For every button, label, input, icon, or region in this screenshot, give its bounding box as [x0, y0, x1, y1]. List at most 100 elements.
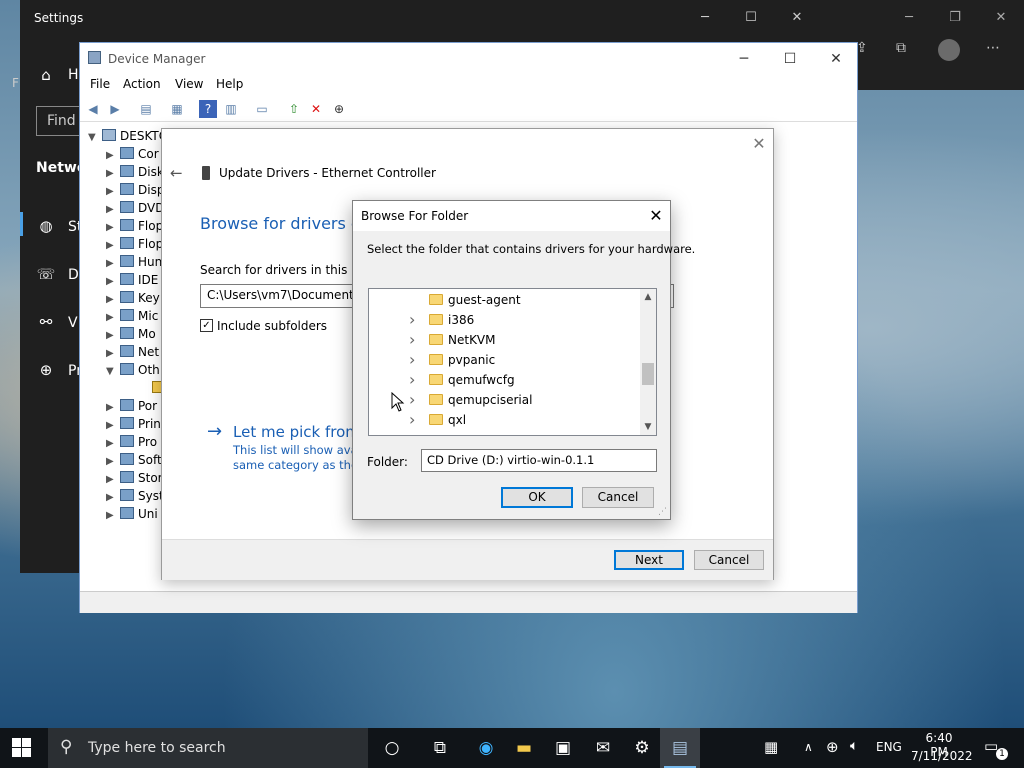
close-button[interactable]: ✕: [645, 205, 667, 227]
taskbar-search-placeholder[interactable]: Type here to search: [88, 740, 226, 756]
chevron-down-icon[interactable]: ▼: [88, 129, 102, 147]
tree-item[interactable]: ▶ Mic: [106, 307, 158, 325]
tree-item[interactable]: ▶ Prin: [106, 415, 161, 433]
uninstall-icon[interactable]: ✕: [307, 100, 325, 118]
device-tree[interactable]: ▼ DESKTO ▶ Cor ▶ Disk ▶ Disp ▶ DVD ▶ Flop ▶ Flop ▶ Hun ▶…: [80, 127, 170, 587]
menu-action[interactable]: Action: [123, 77, 161, 91]
menu-help[interactable]: Help: [216, 77, 243, 91]
more-icon[interactable]: ⋯: [986, 40, 1000, 56]
scroll-up-icon[interactable]: ▲: [640, 289, 656, 305]
folder-item[interactable]: › qemupciserial: [369, 390, 639, 410]
tree-item[interactable]: ▶ Cor: [106, 145, 159, 163]
chevron-right-icon[interactable]: ›: [409, 410, 415, 430]
cancel-button[interactable]: Cancel: [582, 487, 654, 508]
close-button[interactable]: ✕: [774, 6, 820, 30]
maximize-button[interactable]: ☐: [728, 6, 774, 30]
tree-item[interactable]: ▶ Hun: [106, 253, 162, 271]
tree-item[interactable]: ▶ Pro: [106, 433, 157, 451]
back-arrow-icon[interactable]: ←: [170, 164, 183, 182]
view-icon[interactable]: ▦: [168, 100, 186, 118]
avatar[interactable]: [938, 39, 960, 61]
scrollbar[interactable]: [640, 289, 656, 435]
settings-nav-home[interactable]: H: [68, 67, 79, 83]
menu-view[interactable]: View: [175, 77, 203, 91]
properties-icon[interactable]: ▤: [137, 100, 155, 118]
edge-icon[interactable]: ◉: [472, 736, 500, 760]
tree-item[interactable]: ▶ Flop: [106, 217, 163, 235]
tree-item[interactable]: ▶ Uni: [106, 505, 158, 523]
folder-item[interactable]: › qemufwcfg: [369, 370, 639, 390]
download-icon[interactable]: ⊕: [330, 100, 348, 118]
back-icon[interactable]: ◀: [84, 100, 102, 118]
chevron-right-icon[interactable]: ›: [409, 310, 415, 330]
next-button[interactable]: Next: [614, 550, 684, 570]
tree-item[interactable]: ▶ DVD: [106, 199, 164, 217]
details-icon[interactable]: ▥: [222, 100, 240, 118]
chevron-right-icon[interactable]: ›: [409, 350, 415, 370]
settings-icon[interactable]: ⚙: [628, 736, 656, 760]
tree-item[interactable]: ▶ Net: [106, 343, 159, 361]
update-driver-icon[interactable]: ⇧: [285, 100, 303, 118]
folder-input[interactable]: CD Drive (D:) virtio-win-0.1.1: [421, 449, 657, 472]
clock-date[interactable]: 7/11/2022: [911, 749, 973, 763]
close-button[interactable]: ✕: [748, 133, 770, 155]
tree-item[interactable]: ▼ DESKTO: [88, 127, 168, 145]
chevron-up-icon[interactable]: ∧: [804, 740, 813, 754]
chevron-down-icon[interactable]: ▼: [106, 363, 120, 381]
ok-button[interactable]: OK: [501, 487, 573, 508]
maximize-button[interactable]: ☐: [767, 47, 813, 71]
minimize-button[interactable]: ─: [721, 47, 767, 71]
close-button[interactable]: ✕: [813, 47, 859, 71]
forward-icon[interactable]: ▶: [106, 100, 124, 118]
task-view-icon[interactable]: ⧉: [426, 736, 454, 760]
tree-item[interactable]: ▶ Por: [106, 397, 157, 415]
menu-file[interactable]: File: [90, 77, 110, 91]
chevron-right-icon[interactable]: ›: [409, 370, 415, 390]
scrollbar-thumb[interactable]: [642, 363, 654, 385]
cancel-button[interactable]: Cancel: [694, 550, 764, 570]
chevron-right-icon[interactable]: ›: [409, 330, 415, 350]
folder-item[interactable]: › NetKVM: [369, 330, 639, 350]
scroll-down-icon[interactable]: ▼: [640, 419, 656, 435]
folder-tree[interactable]: guest-agent › i386 › NetKVM › pvpanic › qemufwcf…: [368, 288, 657, 436]
cortana-icon[interactable]: ○: [378, 736, 406, 760]
tree-item[interactable]: ▶ IDE: [106, 271, 158, 289]
folder-item[interactable]: › qxl: [369, 410, 639, 430]
pick-from-list-link[interactable]: Let me pick from: [233, 423, 360, 441]
mail-icon[interactable]: ✉: [589, 736, 617, 760]
tree-item[interactable]: ▼ Oth: [106, 361, 160, 379]
tree-item[interactable]: ▶ Flop: [106, 235, 163, 253]
chevron-right-icon[interactable]: ›: [409, 390, 415, 410]
store-icon[interactable]: ▣: [549, 736, 577, 760]
restore-button[interactable]: ❐: [932, 6, 978, 30]
device-category-icon: [120, 345, 134, 357]
folder-item[interactable]: › pvpanic: [369, 350, 639, 370]
device-manager-titlebar[interactable]: Device Manager ─ ☐ ✕: [80, 43, 857, 73]
language-indicator[interactable]: ENG: [876, 740, 902, 754]
resize-grip-icon[interactable]: ⋰: [658, 507, 667, 517]
tree-item[interactable]: ▶ Key: [106, 289, 160, 307]
tree-item[interactable]: ▶ Disp: [106, 181, 164, 199]
folder-item[interactable]: › i386: [369, 310, 639, 330]
include-subfolders-checkbox[interactable]: ✓: [200, 319, 213, 332]
browse-for-folder-dialog[interactable]: Browse For Folder ✕ Select the folder th…: [352, 200, 695, 520]
minimize-button[interactable]: ─: [682, 6, 728, 30]
start-button[interactable]: [12, 738, 32, 758]
network-icon[interactable]: ⊕: [826, 738, 839, 756]
chevron-right-icon[interactable]: ▶: [106, 507, 120, 525]
tree-item[interactable]: ▶ Soft: [106, 451, 162, 469]
folder-item[interactable]: guest-agent: [369, 290, 639, 310]
monitor-icon[interactable]: ▭: [253, 100, 271, 118]
minimize-button[interactable]: ─: [886, 6, 932, 30]
close-button[interactable]: ✕: [978, 6, 1024, 30]
help-icon[interactable]: ?: [199, 100, 217, 118]
collections-icon[interactable]: ⧉: [896, 40, 906, 56]
include-subfolders-label[interactable]: Include subfolders: [217, 319, 327, 333]
tree-item[interactable]: ▶ Mo: [106, 325, 156, 343]
volume-muted-icon[interactable]: 🔈︎: [850, 738, 858, 754]
file-explorer-icon[interactable]: ▬: [510, 736, 538, 760]
news-icon[interactable]: ▦: [764, 738, 778, 756]
tree-item[interactable]: ▶ Stor: [106, 469, 163, 487]
tree-item[interactable]: ▶ Syst: [106, 487, 164, 505]
tree-item[interactable]: ▶ Disk: [106, 163, 164, 181]
